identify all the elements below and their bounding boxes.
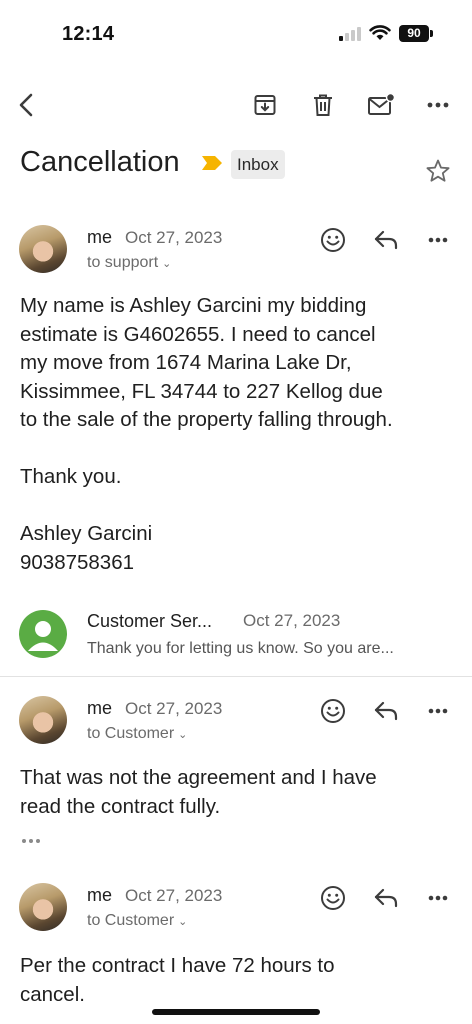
message-more-icon[interactable]	[423, 696, 453, 726]
wifi-icon	[369, 25, 391, 40]
avatar	[19, 225, 67, 273]
recipient-label: to Customer	[87, 912, 175, 929]
message-date: Oct 27, 2023	[243, 611, 341, 630]
show-trimmed-content-icon[interactable]	[20, 836, 42, 846]
message-more-icon[interactable]	[423, 225, 453, 255]
home-indicator[interactable]	[152, 1009, 320, 1015]
star-icon[interactable]	[425, 158, 451, 184]
divider	[0, 676, 472, 677]
battery-level: 90	[399, 25, 429, 42]
message-body: That was not the agreement and I have re…	[20, 766, 377, 818]
message-date: Oct 27, 2023	[125, 886, 223, 905]
message-date: Oct 27, 2023	[125, 228, 223, 247]
message-header[interactable]: me Oct 27, 2023 to support ⌄	[0, 225, 472, 285]
important-marker-icon[interactable]	[201, 155, 223, 171]
recipient-toggle[interactable]: to Customer ⌄	[87, 912, 187, 930]
back-arrow-icon[interactable]	[11, 89, 43, 121]
more-icon[interactable]	[422, 89, 454, 121]
message-snippet: Thank you for letting us know. So you ar…	[87, 640, 394, 657]
cellular-signal-icon	[339, 27, 363, 41]
chevron-down-icon: ⌄	[178, 729, 188, 741]
person-icon	[28, 621, 58, 651]
chevron-down-icon: ⌄	[162, 258, 172, 270]
reply-icon[interactable]	[371, 883, 401, 913]
avatar	[19, 883, 67, 931]
toolbar	[0, 85, 472, 125]
sender-name: me	[87, 885, 113, 905]
message-more-icon[interactable]	[423, 883, 453, 913]
recipient-toggle[interactable]: to Customer ⌄	[87, 725, 187, 743]
message-date: Oct 27, 2023	[125, 699, 223, 718]
message-body: My name is Ashley Garcini my bidding est…	[20, 294, 393, 574]
recipient-toggle[interactable]: to support ⌄	[87, 254, 171, 272]
message-header[interactable]: me Oct 27, 2023 to Customer ⌄	[0, 696, 472, 756]
recipient-label: to support	[87, 254, 159, 271]
emoji-react-icon[interactable]	[318, 225, 348, 255]
inbox-label-chip[interactable]: Inbox	[231, 150, 285, 179]
emoji-react-icon[interactable]	[318, 883, 348, 913]
reply-icon[interactable]	[371, 225, 401, 255]
message-body: Per the contract I have 72 hours to canc…	[20, 954, 335, 1006]
avatar	[19, 696, 67, 744]
avatar	[19, 610, 67, 658]
collapsed-message[interactable]: Customer Ser... Oct 27, 2023 Thank you f…	[0, 608, 472, 678]
chevron-down-icon: ⌄	[178, 916, 188, 928]
archive-icon[interactable]	[249, 89, 281, 121]
sender-name: me	[87, 227, 113, 247]
message-header[interactable]: me Oct 27, 2023 to Customer ⌄	[0, 883, 472, 943]
emoji-react-icon[interactable]	[318, 696, 348, 726]
status-bar: 12:14 90	[0, 0, 472, 70]
recipient-label: to Customer	[87, 725, 175, 742]
battery-icon: 90	[399, 25, 433, 42]
mark-unread-icon[interactable]	[365, 89, 397, 121]
sender-name: Customer Ser...	[87, 611, 213, 631]
sender-name: me	[87, 698, 113, 718]
status-time: 12:14	[62, 23, 115, 45]
reply-icon[interactable]	[371, 696, 401, 726]
email-subject: Cancellation	[20, 146, 180, 178]
trash-icon[interactable]	[307, 89, 339, 121]
